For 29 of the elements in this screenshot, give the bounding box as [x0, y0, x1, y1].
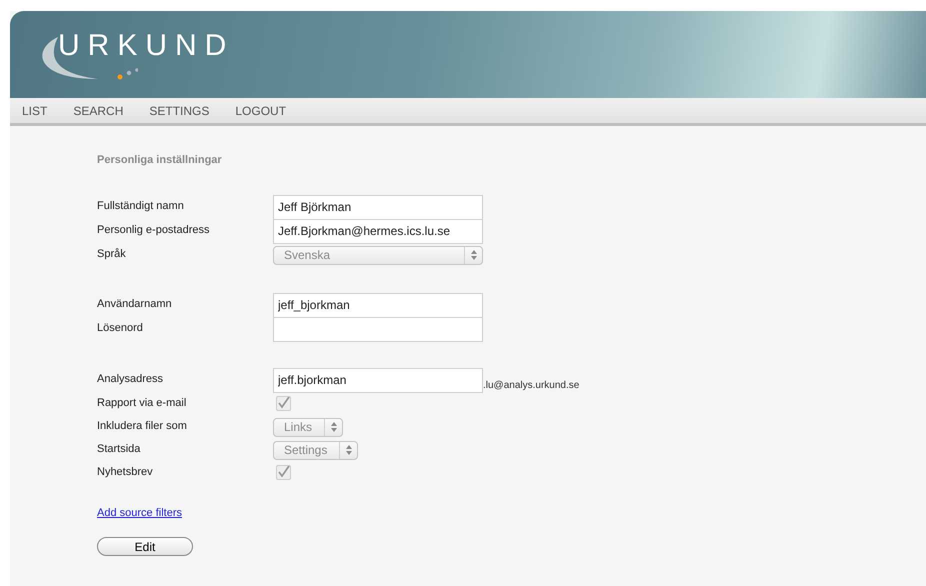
- input-field[interactable]: jeff.bjorkman: [273, 368, 483, 392]
- up-down-arrows-icon: [330, 422, 337, 432]
- field-label: Lösenord: [97, 320, 144, 334]
- nav-link[interactable]: LOGOUT: [235, 104, 286, 116]
- edit-button[interactable]: Edit: [97, 537, 193, 556]
- input-field[interactable]: [273, 316, 483, 342]
- field-label: Nyhetsbrev: [97, 464, 154, 478]
- field-label: Språk: [97, 246, 127, 260]
- section-title: Personliga inställningar: [97, 153, 223, 168]
- input-field[interactable]: jeff_bjorkman: [273, 292, 483, 318]
- field-label: Fullständigt namn: [97, 198, 185, 212]
- field-label: Inkludera filer som: [97, 418, 188, 432]
- field-label: Rapport via e-mail: [97, 396, 188, 410]
- checkmark-icon: [277, 466, 290, 478]
- add-source-filters-link[interactable]: Add source filters: [97, 504, 182, 521]
- logo-text: URKUND: [58, 31, 234, 61]
- input-field[interactable]: Jeff.Bjorkman@hermes.ics.lu.se: [273, 218, 483, 244]
- field-label: Analysadress: [97, 372, 164, 386]
- up-down-arrows-icon: [470, 250, 476, 260]
- field-label: Personlig e-postadress: [97, 222, 211, 236]
- nav-link[interactable]: LIST: [22, 104, 48, 116]
- nav-link[interactable]: SEARCH: [73, 104, 124, 116]
- field-label: Startsida: [97, 442, 142, 456]
- nav-link[interactable]: SETTINGS: [149, 104, 210, 116]
- input-field[interactable]: Jeff Björkman: [273, 194, 483, 220]
- checkmark-icon: [277, 397, 290, 409]
- up-down-arrows-icon: [346, 445, 352, 455]
- address-suffix: .lu@analys.urkund.se: [483, 378, 580, 392]
- field-label: Användarnamn: [97, 296, 173, 310]
